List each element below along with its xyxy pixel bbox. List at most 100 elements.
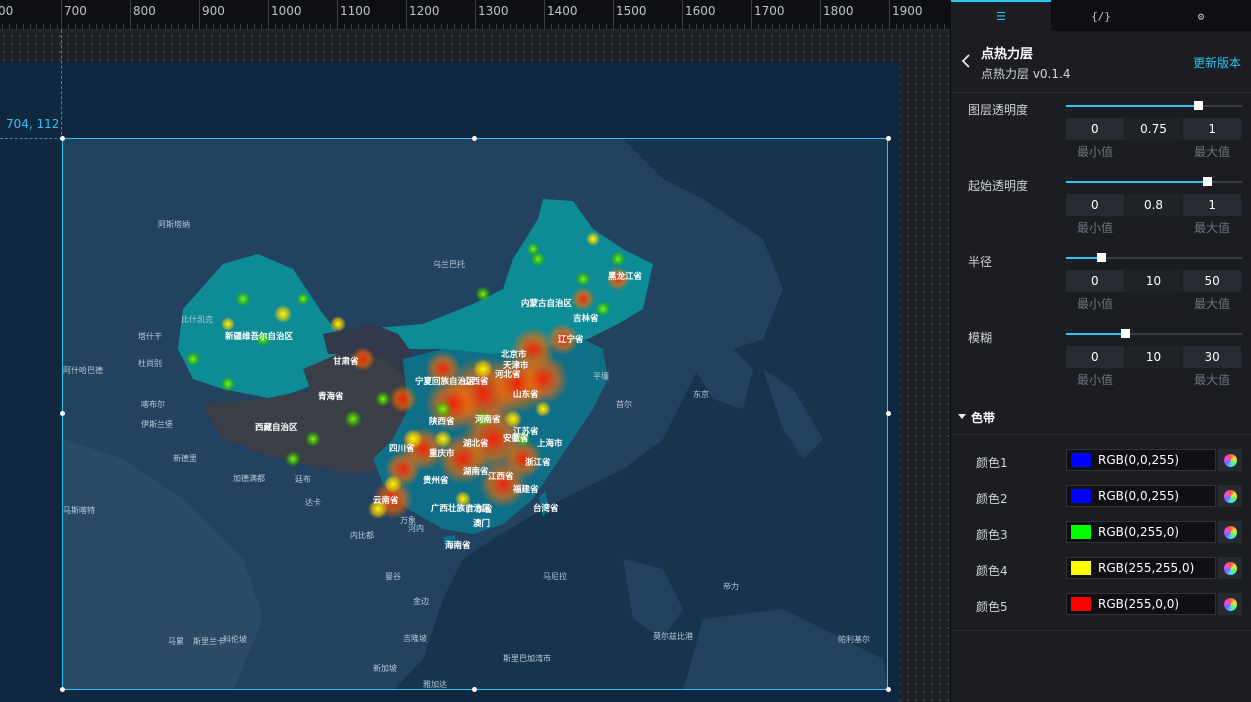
min-caption: 最小值 <box>1077 221 1114 235</box>
ruler-minor-tick <box>15 24 17 29</box>
color-picker-button[interactable] <box>1218 593 1242 615</box>
resize-handle-tl[interactable] <box>60 136 65 141</box>
color-picker-button[interactable] <box>1218 485 1242 507</box>
province-label: 河北省 <box>495 369 521 380</box>
map-label: 帕利基尔 <box>838 634 870 644</box>
color-label: 颜色1 <box>976 456 1008 470</box>
update-version-link[interactable]: 更新版本 <box>1193 54 1241 71</box>
ruler-minor-tick <box>399 24 401 29</box>
resize-handle-br[interactable] <box>886 687 891 692</box>
min-input[interactable]: 0 <box>1066 194 1125 216</box>
ruler-minor-tick <box>764 24 766 29</box>
ruler-major-tick <box>199 0 200 30</box>
ruler-minor-tick <box>150 24 152 29</box>
ruler-minor-tick <box>468 24 470 29</box>
color-label: 颜色2 <box>976 492 1008 506</box>
horizontal-ruler[interactable]: 00 700 800 900 1000 1100 1200 1300 1400 1500 1600 1… <box>0 0 950 30</box>
app-root: 00 700 800 900 1000 1100 1200 1300 1400 1500 1600 1… <box>0 0 1251 702</box>
ruler-minor-tick <box>737 24 739 29</box>
min-input[interactable]: 0 <box>1066 118 1125 140</box>
province-label: 澳门 <box>473 518 490 529</box>
ruler-minor-tick <box>619 24 621 29</box>
max-input[interactable]: 1 <box>1183 194 1243 216</box>
resize-handle-bl[interactable] <box>60 687 65 692</box>
min-input[interactable]: 0 <box>1066 270 1125 292</box>
ruler-minor-tick <box>454 24 456 29</box>
value-input[interactable]: 0.75 <box>1124 118 1184 140</box>
min-input[interactable]: 0 <box>1066 346 1125 368</box>
resize-handle-r[interactable] <box>886 411 891 416</box>
color-input[interactable]: RGB(0,0,255) <box>1066 449 1216 471</box>
ruler-major-tick <box>475 0 476 30</box>
ruler-tick-label: 1100 <box>340 4 371 18</box>
slider-thumb[interactable] <box>1097 253 1106 262</box>
province-label: 西藏自治区 <box>255 422 298 433</box>
color-input[interactable]: RGB(255,0,0) <box>1066 593 1216 615</box>
ruler-minor-tick <box>709 24 711 29</box>
ruler-tick-label: 1800 <box>823 4 854 18</box>
province-label: 四川省 <box>389 443 415 454</box>
color-swatch <box>1071 561 1091 575</box>
ruler-minor-tick <box>116 24 118 29</box>
max-input[interactable]: 50 <box>1183 270 1243 292</box>
ruler-minor-tick <box>902 24 904 29</box>
resize-handle-l[interactable] <box>60 411 65 416</box>
ruler-minor-tick <box>530 24 532 29</box>
color-picker-button[interactable] <box>1218 557 1242 579</box>
ruler-minor-tick <box>205 24 207 29</box>
color-value: RGB(255,255,0) <box>1098 561 1195 575</box>
max-caption: 最大值 <box>1194 221 1231 235</box>
ruler-major-tick <box>61 0 62 30</box>
color-picker-button[interactable] <box>1218 521 1242 543</box>
color-list: 颜色1 RGB(0,0,255) 颜色2 RGB(0,0,255) 颜色3 RG… <box>951 435 1251 631</box>
province-label: 广东省 <box>467 504 493 515</box>
resize-handle-t[interactable] <box>472 136 477 141</box>
range-inputs: 0 10 50 <box>1066 270 1243 292</box>
slider-thumb[interactable] <box>1121 329 1130 338</box>
color-input[interactable]: RGB(255,255,0) <box>1066 557 1216 579</box>
max-input[interactable]: 1 <box>1183 118 1243 140</box>
color-row: 颜色5 RGB(255,0,0) <box>951 587 1251 623</box>
property-slider[interactable] <box>1066 253 1242 262</box>
value-input[interactable]: 0.8 <box>1124 194 1184 216</box>
heatmap-layer-component[interactable]: 阿斯塔纳 乌兰巴托 比什凯克 塔什干 杜尚别 阿什哈巴德 喀布尔 伊斯兰堡 新德… <box>62 138 888 690</box>
ruler-minor-tick <box>212 24 214 29</box>
back-icon[interactable] <box>959 50 973 72</box>
color-picker-button[interactable] <box>1218 449 1242 471</box>
color-input[interactable]: RGB(0,0,255) <box>1066 485 1216 507</box>
tab-data[interactable]: {/} <box>1051 0 1151 31</box>
tab-config[interactable]: ☰ <box>951 0 1051 31</box>
map-label: 首尔 <box>616 399 632 409</box>
ruler-minor-tick <box>723 24 725 29</box>
ruler-minor-tick <box>488 24 490 29</box>
ruler-minor-tick <box>875 24 877 29</box>
ruler-minor-tick <box>378 24 380 29</box>
color-swatch <box>1071 525 1091 539</box>
ruler-minor-tick <box>847 24 849 29</box>
ruler-minor-tick <box>323 24 325 29</box>
property-slider[interactable] <box>1066 177 1242 186</box>
position-readout: 704, 112 <box>6 117 60 131</box>
editor-canvas[interactable]: 00 700 800 900 1000 1100 1200 1300 1400 1500 1600 1… <box>0 0 950 702</box>
resize-handle-b[interactable] <box>472 687 477 692</box>
ruler-tick-label: 1900 <box>892 4 923 18</box>
value-input[interactable]: 10 <box>1124 346 1184 368</box>
tab-interaction[interactable]: ⚙ <box>1151 0 1251 31</box>
ruler-major-tick <box>130 0 131 30</box>
slider-thumb[interactable] <box>1203 177 1212 186</box>
property-slider[interactable] <box>1066 101 1242 110</box>
slider-thumb[interactable] <box>1194 101 1203 110</box>
ruler-tick-label: 1300 <box>478 4 509 18</box>
max-input[interactable]: 30 <box>1183 346 1243 368</box>
province-label: 湖南省 <box>463 466 489 477</box>
ruler-minor-tick <box>233 24 235 29</box>
colorband-section-header[interactable]: 色带 <box>951 401 1251 435</box>
color-input[interactable]: RGB(0,255,0) <box>1066 521 1216 543</box>
ruler-minor-tick <box>895 24 897 29</box>
property-slider[interactable] <box>1066 329 1242 338</box>
resize-handle-tr[interactable] <box>886 136 891 141</box>
color-label: 颜色4 <box>976 564 1008 578</box>
value-input[interactable]: 10 <box>1124 270 1184 292</box>
interaction-icon: ⚙ <box>1197 10 1205 23</box>
map-label: 塔什干 <box>138 331 162 341</box>
